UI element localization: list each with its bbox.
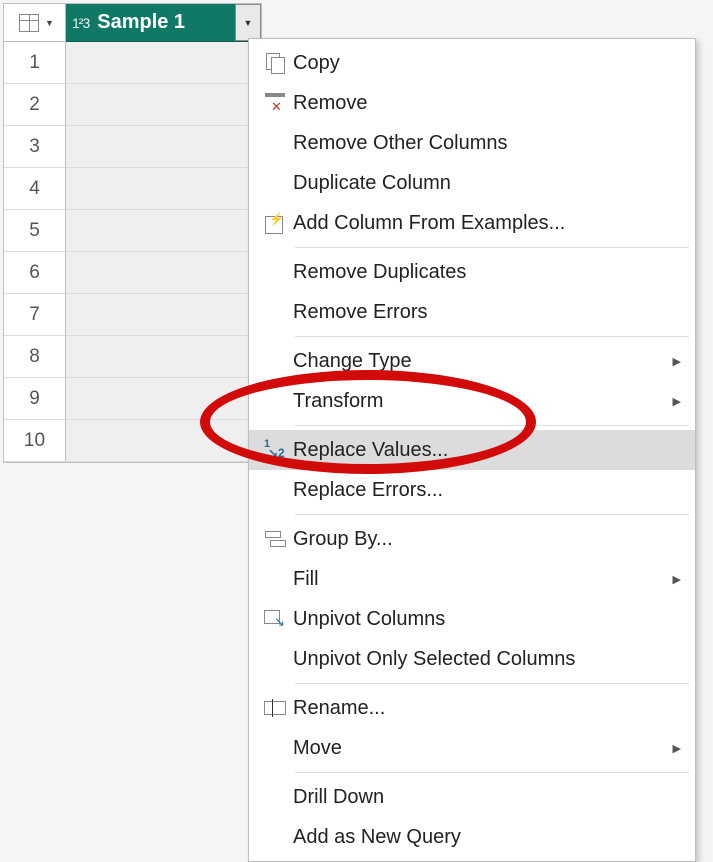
menu-separator	[295, 425, 689, 426]
replace-icon	[257, 441, 293, 459]
row-header[interactable]: 6	[4, 252, 66, 294]
menu-item-label: Fill	[293, 568, 673, 591]
row-header[interactable]: 5	[4, 210, 66, 252]
chevron-right-icon: ▶	[673, 395, 681, 408]
menu-item-remove-errors[interactable]: Remove Errors	[249, 292, 695, 332]
menu-item-duplicate[interactable]: Duplicate Column	[249, 163, 695, 203]
grid-row: 3	[4, 126, 261, 168]
group-icon	[257, 531, 293, 547]
addex-icon	[257, 213, 293, 233]
row-header[interactable]: 7	[4, 294, 66, 336]
menu-item-add-new-query[interactable]: Add as New Query	[249, 817, 695, 857]
row-header[interactable]: 4	[4, 168, 66, 210]
row-header[interactable]: 9	[4, 378, 66, 420]
menu-item-label: Copy	[293, 52, 681, 75]
column-filter-dropdown[interactable]: ▼	[235, 4, 261, 41]
row-header[interactable]: 3	[4, 126, 66, 168]
menu-item-label: Move	[293, 737, 673, 760]
remove-icon	[257, 93, 293, 113]
cell[interactable]	[66, 378, 261, 420]
menu-item-label: Drill Down	[293, 786, 681, 809]
menu-item-replace-values[interactable]: Replace Values...	[249, 430, 695, 470]
cell[interactable]	[66, 210, 261, 252]
menu-item-label: Transform	[293, 390, 673, 413]
cell[interactable]	[66, 42, 261, 84]
grid-header-row: ▼ 1²3 Sample 1 ▼	[4, 4, 261, 42]
menu-item-remove[interactable]: Remove	[249, 83, 695, 123]
menu-item-label: Replace Errors...	[293, 479, 681, 502]
rename-icon	[257, 701, 293, 715]
data-grid: ▼ 1²3 Sample 1 ▼ 12345678910	[3, 3, 262, 463]
menu-item-label: Duplicate Column	[293, 172, 681, 195]
column-context-menu: Copy Remove Remove Other Columns Duplicate …	[248, 38, 696, 862]
menu-item-label: Group By...	[293, 528, 681, 551]
menu-item-drill-down[interactable]: Drill Down	[249, 777, 695, 817]
menu-separator	[295, 336, 689, 337]
menu-item-transform[interactable]: Transform▶	[249, 381, 695, 421]
chevron-right-icon: ▶	[673, 742, 681, 755]
menu-item-label: Unpivot Columns	[293, 608, 681, 631]
menu-item-unpivot[interactable]: Unpivot Columns	[249, 599, 695, 639]
row-header[interactable]: 8	[4, 336, 66, 378]
menu-separator	[295, 683, 689, 684]
column-name-label: Sample 1	[97, 11, 185, 34]
row-header[interactable]: 2	[4, 84, 66, 126]
menu-item-label: Rename...	[293, 697, 681, 720]
menu-item-remove-other[interactable]: Remove Other Columns	[249, 123, 695, 163]
menu-item-label: Change Type	[293, 350, 673, 373]
column-header-sample1[interactable]: 1²3 Sample 1 ▼	[66, 4, 261, 42]
menu-item-change-type[interactable]: Change Type▶	[249, 341, 695, 381]
cell[interactable]	[66, 336, 261, 378]
grid-row: 2	[4, 84, 261, 126]
menu-item-label: Remove Duplicates	[293, 261, 681, 284]
menu-item-label: Add as New Query	[293, 826, 681, 849]
menu-separator	[295, 772, 689, 773]
grid-row: 10	[4, 420, 261, 462]
chevron-right-icon: ▶	[673, 573, 681, 586]
cell[interactable]	[66, 252, 261, 294]
menu-item-fill[interactable]: Fill▶	[249, 559, 695, 599]
grid-row: 8	[4, 336, 261, 378]
grid-row: 5	[4, 210, 261, 252]
menu-separator	[295, 514, 689, 515]
row-header[interactable]: 1	[4, 42, 66, 84]
menu-item-add-col-examples[interactable]: Add Column From Examples...	[249, 203, 695, 243]
chevron-right-icon: ▶	[673, 355, 681, 368]
menu-item-label: Remove Errors	[293, 301, 681, 324]
copy-icon	[257, 53, 293, 73]
menu-item-label: Remove Other Columns	[293, 132, 681, 155]
grid-row: 4	[4, 168, 261, 210]
menu-item-label: Replace Values...	[293, 439, 681, 462]
grid-row: 1	[4, 42, 261, 84]
grid-row: 6	[4, 252, 261, 294]
menu-item-label: Add Column From Examples...	[293, 212, 681, 235]
select-all-corner[interactable]: ▼	[4, 4, 66, 42]
grid-row: 9	[4, 378, 261, 420]
menu-item-label: Remove	[293, 92, 681, 115]
datatype-icon[interactable]: 1²3	[72, 15, 89, 31]
row-header[interactable]: 10	[4, 420, 66, 462]
table-icon	[15, 11, 43, 35]
cell[interactable]	[66, 294, 261, 336]
menu-separator	[295, 247, 689, 248]
cell[interactable]	[66, 126, 261, 168]
cell[interactable]	[66, 84, 261, 126]
menu-item-unpivot-selected[interactable]: Unpivot Only Selected Columns	[249, 639, 695, 679]
menu-item-move[interactable]: Move▶	[249, 728, 695, 768]
menu-item-replace-errors[interactable]: Replace Errors...	[249, 470, 695, 510]
menu-item-remove-dupes[interactable]: Remove Duplicates	[249, 252, 695, 292]
cell[interactable]	[66, 420, 261, 462]
menu-item-group-by[interactable]: Group By...	[249, 519, 695, 559]
cell[interactable]	[66, 168, 261, 210]
caret-down-icon: ▼	[45, 18, 54, 28]
menu-item-copy[interactable]: Copy	[249, 43, 695, 83]
menu-item-rename[interactable]: Rename...	[249, 688, 695, 728]
menu-item-label: Unpivot Only Selected Columns	[293, 648, 681, 671]
unpivot-icon	[257, 610, 293, 628]
grid-row: 7	[4, 294, 261, 336]
